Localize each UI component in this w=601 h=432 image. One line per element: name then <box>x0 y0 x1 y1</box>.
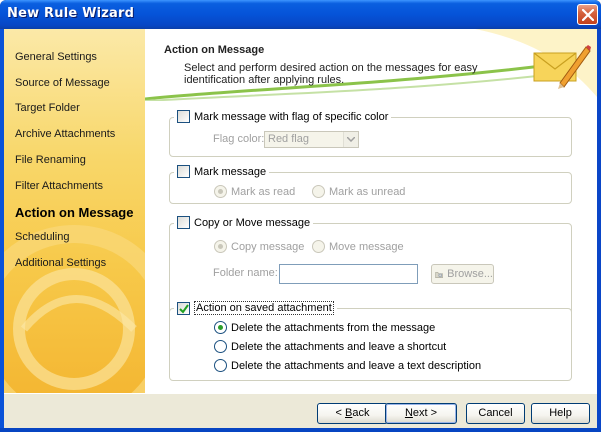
sidebar-item-action-on-message[interactable]: Action on Message <box>15 205 133 220</box>
saved-attachment-group: Action on saved attachment Delete the at… <box>169 301 572 381</box>
page-title: Action on Message <box>164 44 265 56</box>
delete-attachments-label: Delete the attachments from the message <box>231 321 436 334</box>
sidebar-item-file-renaming[interactable]: File Renaming <box>15 154 86 166</box>
copy-move-checkbox[interactable] <box>177 216 190 229</box>
page-description: Select and perform desired action on the… <box>184 62 478 86</box>
window-title: New Rule Wizard <box>7 6 135 21</box>
sidebar-item-target-folder[interactable]: Target Folder <box>15 102 80 114</box>
mark-as-unread-radio[interactable]: Mark as unread <box>312 185 405 198</box>
help-button[interactable]: Help <box>531 403 590 424</box>
mark-as-unread-label: Mark as unread <box>329 185 406 198</box>
move-message-radio[interactable]: Move message <box>312 240 404 253</box>
mark-message-checkbox-row[interactable]: Mark message <box>174 165 270 178</box>
content-panel: Action on Message Select and perform des… <box>145 29 597 393</box>
saved-attachment-label: Action on saved attachment <box>194 301 334 315</box>
window-border-bottom <box>0 428 601 432</box>
mark-message-group: Mark message Mark as read Mark as unread <box>169 165 572 204</box>
wizard-window: New Rule Wizard General Settings Source … <box>0 0 601 432</box>
flag-group: Mark message with flag of specific color… <box>169 110 572 157</box>
mark-message-label: Mark message <box>194 165 267 178</box>
sidebar-item-filter-attachments[interactable]: Filter Attachments <box>15 180 103 192</box>
copy-move-label: Copy or Move message <box>194 216 311 229</box>
flag-checkbox-row[interactable]: Mark message with flag of specific color <box>174 110 392 123</box>
move-message-label: Move message <box>329 240 404 253</box>
sidebar-item-archive-attachments[interactable]: Archive Attachments <box>15 128 115 140</box>
flag-color-value: Red flag <box>268 133 309 145</box>
delete-leave-description-label: Delete the attachments and leave a text … <box>231 359 482 372</box>
flag-color-select[interactable]: Red flag <box>264 131 359 148</box>
mark-message-checkbox[interactable] <box>177 165 190 178</box>
window-border-right <box>597 29 601 432</box>
title-bar[interactable]: New Rule Wizard <box>0 0 601 29</box>
copy-move-checkbox-row[interactable]: Copy or Move message <box>174 216 314 229</box>
flag-color-dropdown-button[interactable] <box>343 132 358 147</box>
envelope-pencil-icon <box>533 45 591 89</box>
mark-as-read-radio[interactable]: Mark as read <box>214 185 295 198</box>
browse-button-label: Browse... <box>447 268 493 280</box>
copy-message-radio[interactable]: Copy message <box>214 240 304 253</box>
sidebar-item-additional-settings[interactable]: Additional Settings <box>15 257 106 269</box>
close-button[interactable] <box>577 4 598 25</box>
saved-attachment-checkbox[interactable] <box>177 301 190 315</box>
flag-color-label: Flag color: <box>213 133 265 145</box>
back-button[interactable]: < Back <box>317 403 388 424</box>
saved-attachment-checkbox-row[interactable]: Action on saved attachment <box>174 301 337 315</box>
next-button[interactable]: Next > <box>385 403 457 424</box>
chevron-down-icon <box>347 137 355 142</box>
folder-icon <box>435 271 443 278</box>
sidebar-item-scheduling[interactable]: Scheduling <box>15 231 69 243</box>
flag-checkbox-label: Mark message with flag of specific color <box>194 110 389 123</box>
copy-message-label: Copy message <box>231 240 305 253</box>
sidebar-item-general-settings[interactable]: General Settings <box>15 51 97 63</box>
delete-attachments-radio[interactable]: Delete the attachments from the message <box>214 321 435 334</box>
checkmark-icon <box>179 303 189 314</box>
wizard-footer: < Back Next > Cancel Help <box>4 393 597 428</box>
browse-button[interactable]: Browse... <box>431 264 494 284</box>
delete-leave-description-radio[interactable]: Delete the attachments and leave a text … <box>214 359 481 372</box>
folder-name-label: Folder name: <box>213 267 278 279</box>
wizard-steps-sidebar: General Settings Source of Message Targe… <box>4 29 145 393</box>
folder-name-input[interactable] <box>279 264 418 284</box>
sidebar-item-source-of-message[interactable]: Source of Message <box>15 77 110 89</box>
delete-leave-shortcut-radio[interactable]: Delete the attachments and leave a short… <box>214 340 446 353</box>
mark-as-read-label: Mark as read <box>231 185 296 198</box>
page-header: Action on Message Select and perform des… <box>145 29 597 101</box>
close-icon <box>582 9 594 21</box>
flag-checkbox[interactable] <box>177 110 190 123</box>
delete-leave-shortcut-label: Delete the attachments and leave a short… <box>231 340 447 353</box>
cancel-button[interactable]: Cancel <box>466 403 525 424</box>
